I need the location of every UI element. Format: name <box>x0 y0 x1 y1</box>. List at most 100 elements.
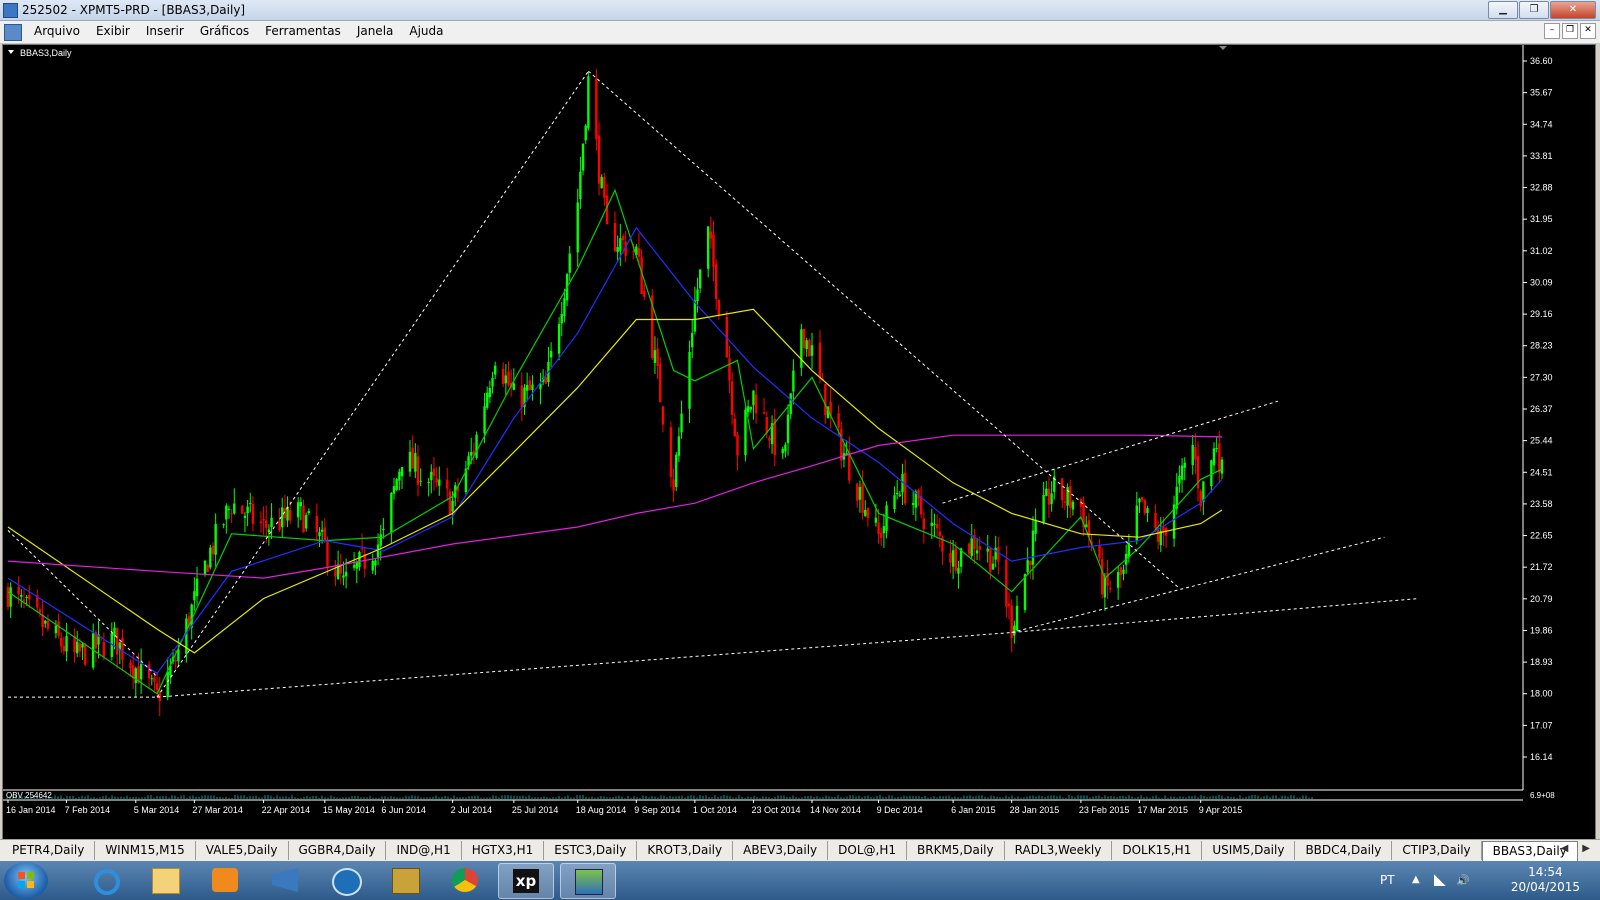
candle <box>206 563 209 573</box>
price-label: 20.79 <box>1530 594 1553 604</box>
chart-tab[interactable]: HGTX3,H1 <box>462 841 545 860</box>
date-label: 2 Jul 2014 <box>451 805 493 815</box>
chart-tab[interactable]: RADL3,Weekly <box>1005 841 1113 860</box>
title-bar: 252502 - XPMT5-PRD - [BBAS3,Daily] ▁ ❐ ✕ <box>0 0 1600 21</box>
chrome-icon[interactable] <box>438 863 492 897</box>
chart-tab[interactable]: IND@,H1 <box>386 841 462 860</box>
date-label: 18 Aug 2014 <box>576 805 627 815</box>
mdi-restore-button[interactable]: ❐ <box>1562 23 1578 39</box>
price-label: 29.16 <box>1530 309 1553 319</box>
candle <box>808 338 811 357</box>
menu-item-ferramentas[interactable]: Ferramentas <box>257 24 349 38</box>
chart-tab[interactable]: GGBR4,Daily <box>289 841 387 860</box>
minimize-button[interactable]: ▁ <box>1488 1 1518 19</box>
price-label: 26.37 <box>1530 404 1553 414</box>
chart-tab[interactable]: BRKM5,Daily <box>907 841 1005 860</box>
mdi-close-button[interactable]: ✕ <box>1580 23 1596 39</box>
price-label: 18.93 <box>1530 657 1553 667</box>
tab-navigation: ◀ ▶ <box>1561 843 1590 854</box>
price-label: 33.81 <box>1530 151 1553 161</box>
price-label: 32.88 <box>1530 183 1553 193</box>
candle <box>1143 499 1146 516</box>
candle <box>395 478 398 492</box>
chart-tab[interactable]: KROT3,Daily <box>637 841 734 860</box>
date-label: 7 Feb 2014 <box>65 805 111 815</box>
network-signal-icon[interactable] <box>1434 874 1446 886</box>
candle <box>241 505 244 514</box>
folder-icon[interactable] <box>138 863 192 897</box>
clock[interactable]: 14:54 20/04/2015 <box>1511 865 1580 895</box>
price-label: 30.09 <box>1530 277 1553 287</box>
network-icon[interactable] <box>258 863 312 897</box>
menu-item-ajuda[interactable]: Ajuda <box>401 24 451 38</box>
date-label: 27 Mar 2014 <box>192 805 243 815</box>
system-tray: PT ▲ 🔊 14:54 20/04/2015 <box>1350 861 1600 900</box>
chart-tab[interactable]: CTIP3,Daily <box>1392 841 1482 860</box>
menu-item-graficos[interactable]: Gráficos <box>192 24 257 38</box>
menu-item-arquivo[interactable]: Arquivo <box>26 24 88 38</box>
chart-background <box>3 45 1595 839</box>
obv-label: OBV 254642 <box>6 791 52 800</box>
chart-tab[interactable]: DOLK15,H1 <box>1112 841 1203 860</box>
date-label: 28 Jan 2015 <box>1010 805 1060 815</box>
start-button[interactable] <box>4 862 48 899</box>
price-label: 22.65 <box>1530 531 1553 541</box>
chart-window[interactable]: BBAS3,Daily 36.60 35.67 34.74 33.81 32.88 31.9… <box>2 44 1596 840</box>
xp-app-button[interactable]: xp <box>498 863 554 899</box>
price-label: 16.14 <box>1530 752 1553 762</box>
maximize-button[interactable]: ❐ <box>1519 1 1549 19</box>
candle <box>1023 573 1027 613</box>
media-player-icon[interactable] <box>198 863 252 897</box>
date-label: 17 Mar 2015 <box>1137 805 1188 815</box>
language-indicator[interactable]: PT <box>1380 873 1395 887</box>
hp-icon[interactable] <box>318 863 372 897</box>
candle <box>84 642 87 666</box>
date-label: 14 Nov 2014 <box>810 805 861 815</box>
close-button[interactable]: ✕ <box>1550 1 1596 19</box>
mdi-minimize-button[interactable]: – <box>1544 23 1560 39</box>
app-icon <box>3 3 18 18</box>
tab-prev-icon[interactable]: ◀ <box>1561 843 1569 854</box>
candle <box>744 407 747 462</box>
chart-tab[interactable]: PETR4,Daily <box>2 841 96 860</box>
internet-explorer-icon[interactable] <box>78 863 132 897</box>
xp-icon: xp <box>513 869 539 893</box>
menu-item-inserir[interactable]: Inserir <box>138 24 192 38</box>
mdi-controls: – ❐ ✕ <box>1544 23 1596 39</box>
obv-value: 6.9+08 <box>1530 791 1555 800</box>
archive-icon[interactable] <box>378 863 432 897</box>
show-hidden-icons-icon[interactable]: ▲ <box>1412 874 1424 886</box>
date-label: 23 Oct 2014 <box>751 805 800 815</box>
candle <box>587 72 590 131</box>
menu-item-exibir[interactable]: Exibir <box>88 24 138 38</box>
menu-item-janela[interactable]: Janela <box>349 24 402 38</box>
date-label: 6 Jan 2015 <box>951 805 996 815</box>
date-label: 9 Sep 2014 <box>634 805 680 815</box>
document-icon[interactable] <box>4 24 22 41</box>
chart-tab[interactable]: USIM5,Daily <box>1202 841 1296 860</box>
chart-tab[interactable]: VALE5,Daily <box>196 841 289 860</box>
window-controls: ▁ ❐ ✕ <box>1488 1 1596 19</box>
price-label: 36.60 <box>1530 56 1553 66</box>
price-label: 23.58 <box>1530 499 1553 509</box>
metatrader-icon <box>575 869 603 895</box>
metatrader-app-button[interactable] <box>560 863 616 899</box>
candle <box>595 68 598 151</box>
chart-symbol-label: BBAS3,Daily <box>20 48 72 58</box>
candle <box>651 288 654 361</box>
candle <box>725 311 729 358</box>
tab-next-icon[interactable]: ▶ <box>1582 843 1590 854</box>
chart-tab[interactable]: WINM15,M15 <box>95 841 196 860</box>
price-label: 35.67 <box>1530 88 1553 98</box>
chart-tab[interactable]: DOL@,H1 <box>828 841 907 860</box>
date-label: 25 Jul 2014 <box>512 805 559 815</box>
date-label: 15 May 2014 <box>323 805 375 815</box>
chart-tab[interactable]: ABEV3,Daily <box>733 841 829 860</box>
price-label: 31.02 <box>1530 246 1553 256</box>
candle <box>675 451 678 492</box>
price-chart[interactable]: BBAS3,Daily 36.60 35.67 34.74 33.81 32.88 31.9… <box>3 45 1595 839</box>
chart-tab[interactable]: BBDC4,Daily <box>1295 841 1393 860</box>
volume-icon[interactable]: 🔊 <box>1456 874 1470 887</box>
price-label: 24.51 <box>1530 467 1553 477</box>
chart-tab[interactable]: ESTC3,Daily <box>544 841 638 860</box>
